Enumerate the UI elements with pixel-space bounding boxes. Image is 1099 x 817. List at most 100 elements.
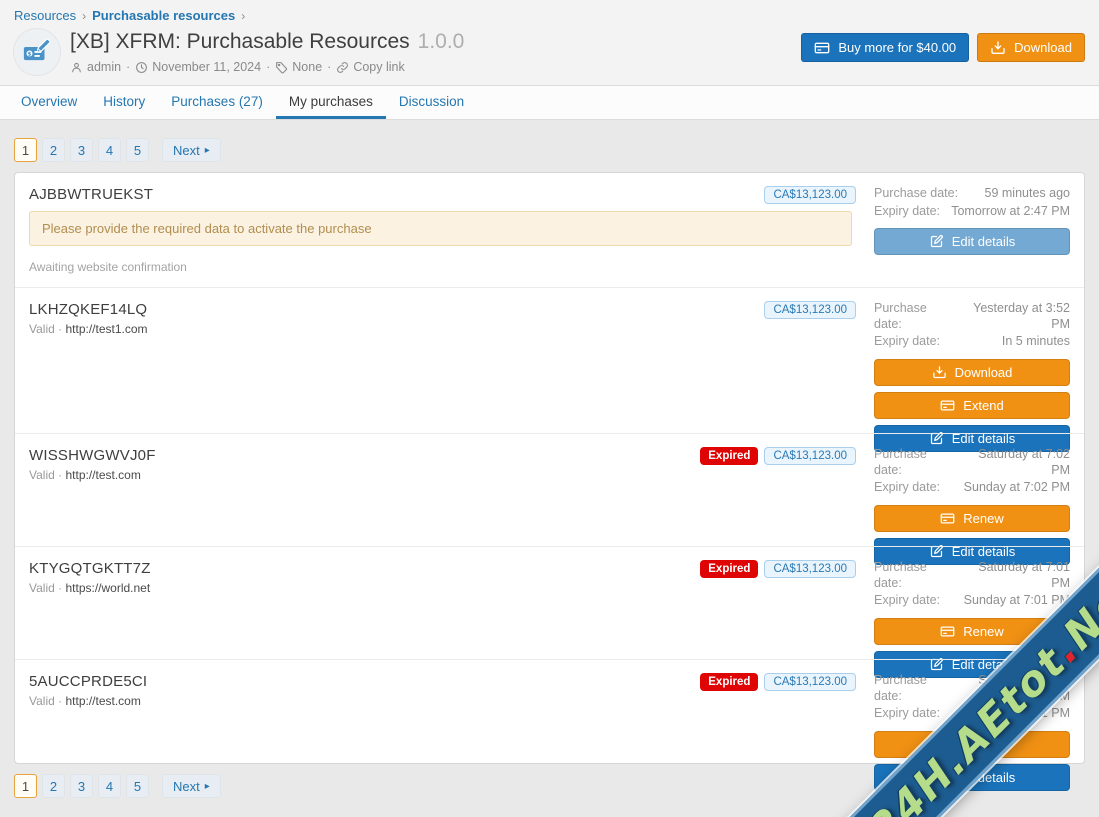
tab-bar: Overview History Purchases (27) My purch…: [0, 85, 1099, 120]
purchase-code: LKHZQKEF14LQ: [29, 301, 852, 318]
valid-url: http://test1.com: [65, 322, 147, 336]
page-button-5[interactable]: 5: [126, 138, 149, 162]
page-button-2[interactable]: 2: [42, 138, 65, 162]
date-info: Purchase date:Yesterday at 3:52 PM Expir…: [874, 301, 1070, 350]
dot-separator: ·: [58, 322, 62, 336]
breadcrumb-purchasable-resources[interactable]: Purchasable resources: [92, 8, 235, 23]
date-info: Purchase date:59 minutes ago Expiry date…: [874, 186, 1070, 219]
tab-history[interactable]: History: [90, 86, 158, 119]
tab-purchases[interactable]: Purchases (27): [158, 86, 276, 119]
page-title: [XB] XFRM: Purchasable Resources1.0.0: [70, 29, 801, 55]
expiry-date-value: Tomorrow at 2:47 PM: [951, 204, 1070, 220]
purchase-row: WISSHWGWVJ0F Valid · http://test.com Exp…: [15, 433, 1084, 546]
page-button-1[interactable]: 1: [14, 138, 37, 162]
buy-more-label: Buy more for $40.00: [838, 40, 956, 55]
tab-overview[interactable]: Overview: [8, 86, 90, 119]
page-button-4[interactable]: 4: [98, 138, 121, 162]
expired-badge: Expired: [700, 673, 758, 691]
edit-icon: [929, 234, 944, 249]
purchase-date-value: Saturday at 7:01 PM: [957, 560, 1070, 591]
meta-separator: ·: [266, 60, 270, 74]
date-info: Purchase date:Saturday at 7:02 PM Expiry…: [874, 447, 1070, 496]
next-page-button[interactable]: Next ▸: [162, 774, 221, 798]
renew-label: Renew: [963, 511, 1003, 526]
download-button[interactable]: Download: [977, 33, 1085, 62]
page-button-3[interactable]: 3: [70, 774, 93, 798]
purchase-date-label: Purchase date:: [874, 186, 958, 202]
valid-line: Valid · http://test1.com: [29, 322, 852, 336]
dot-separator: ·: [58, 694, 62, 708]
breadcrumb: Resources › Purchasable resources ›: [14, 8, 1085, 23]
next-page-button[interactable]: Next ▸: [162, 138, 221, 162]
page-button-2[interactable]: 2: [42, 774, 65, 798]
purchase-row: KTYGQTGKTT7Z Valid · https://world.net E…: [15, 546, 1084, 659]
expiry-date-value: In 5 minutes: [1002, 334, 1070, 350]
expiry-date-value: Sunday at 7:02 PM: [964, 480, 1070, 496]
purchase-date-label: Purchase date:: [874, 560, 957, 591]
activation-warning: Please provide the required data to acti…: [29, 211, 852, 246]
tags-item: None: [275, 60, 322, 74]
author-item[interactable]: admin: [70, 60, 121, 74]
purchases-panel: AJBBWTRUEKST Please provide the required…: [14, 172, 1085, 764]
resource-version: 1.0.0: [418, 30, 465, 53]
page-button-4[interactable]: 4: [98, 774, 121, 798]
valid-url: https://world.net: [65, 581, 150, 595]
price-badge: CA$13,123.00: [764, 301, 856, 319]
next-arrow-icon: ▸: [205, 781, 210, 792]
valid-url: http://test.com: [65, 694, 140, 708]
page-button-1[interactable]: 1: [14, 774, 37, 798]
next-label: Next: [173, 779, 200, 794]
expiry-date-value: Sunday at 7:01 PM: [964, 593, 1070, 609]
date-info: Purchase date:Saturday at 7:01 PM Expiry…: [874, 560, 1070, 609]
download-purchase-button[interactable]: Download: [874, 359, 1070, 386]
expiry-date-label: Expiry date:: [874, 706, 940, 722]
page-button-5[interactable]: 5: [126, 774, 149, 798]
purchase-date-value: 59 minutes ago: [985, 186, 1070, 202]
purchase-date-label: Purchase date:: [874, 301, 955, 332]
author-name[interactable]: admin: [87, 60, 121, 74]
tab-discussion[interactable]: Discussion: [386, 86, 477, 119]
person-icon: [70, 61, 83, 74]
valid-url: http://test.com: [65, 468, 140, 482]
valid-label: Valid: [29, 694, 55, 708]
tab-my-purchases[interactable]: My purchases: [276, 86, 386, 119]
expired-badge: Expired: [700, 447, 758, 465]
meta-separator: ·: [126, 60, 130, 74]
tags-value: None: [292, 60, 322, 74]
money-check-pen-icon: $: [22, 37, 52, 67]
price-badge: CA$13,123.00: [764, 186, 856, 204]
breadcrumb-resources[interactable]: Resources: [14, 8, 76, 23]
credit-card-icon: [940, 624, 955, 639]
expiry-date-label: Expiry date:: [874, 334, 940, 350]
copy-link-item[interactable]: Copy link: [336, 60, 404, 74]
valid-label: Valid: [29, 468, 55, 482]
resource-date: November 11, 2024: [152, 60, 261, 74]
clock-icon: [135, 61, 148, 74]
breadcrumb-chevron: ›: [82, 9, 86, 23]
pagination-top: 1 2 3 4 5 Next ▸: [14, 138, 1085, 162]
awaiting-confirmation-note: Awaiting website confirmation: [29, 260, 852, 274]
dot-separator: ·: [58, 581, 62, 595]
page-button-3[interactable]: 3: [70, 138, 93, 162]
renew-button[interactable]: Renew: [874, 505, 1070, 532]
breadcrumb-chevron: ›: [241, 9, 245, 23]
resource-avatar: $: [14, 29, 60, 75]
next-label: Next: [173, 143, 200, 158]
copy-link-label[interactable]: Copy link: [353, 60, 404, 74]
purchase-date-label: Purchase date:: [874, 447, 957, 478]
expiry-date-label: Expiry date:: [874, 593, 940, 609]
valid-label: Valid: [29, 322, 55, 336]
credit-card-icon: [814, 40, 830, 56]
purchase-row: LKHZQKEF14LQ Valid · http://test1.com CA…: [15, 287, 1084, 433]
purchase-code: AJBBWTRUEKST: [29, 186, 852, 203]
purchase-date-value: Saturday at 7:02 PM: [957, 447, 1070, 478]
extend-button[interactable]: Extend: [874, 392, 1070, 419]
buy-more-button[interactable]: Buy more for $40.00: [801, 33, 969, 62]
expiry-date-label: Expiry date:: [874, 480, 940, 496]
price-badge: CA$13,123.00: [764, 560, 856, 578]
content-area: 1 2 3 4 5 Next ▸ AJBBWTRUEKST Please prov…: [0, 120, 1099, 798]
next-arrow-icon: ▸: [205, 145, 210, 156]
edit-details-button[interactable]: Edit details: [874, 228, 1070, 255]
purchase-date-label: Purchase date:: [874, 673, 957, 704]
extend-label: Extend: [963, 398, 1003, 413]
